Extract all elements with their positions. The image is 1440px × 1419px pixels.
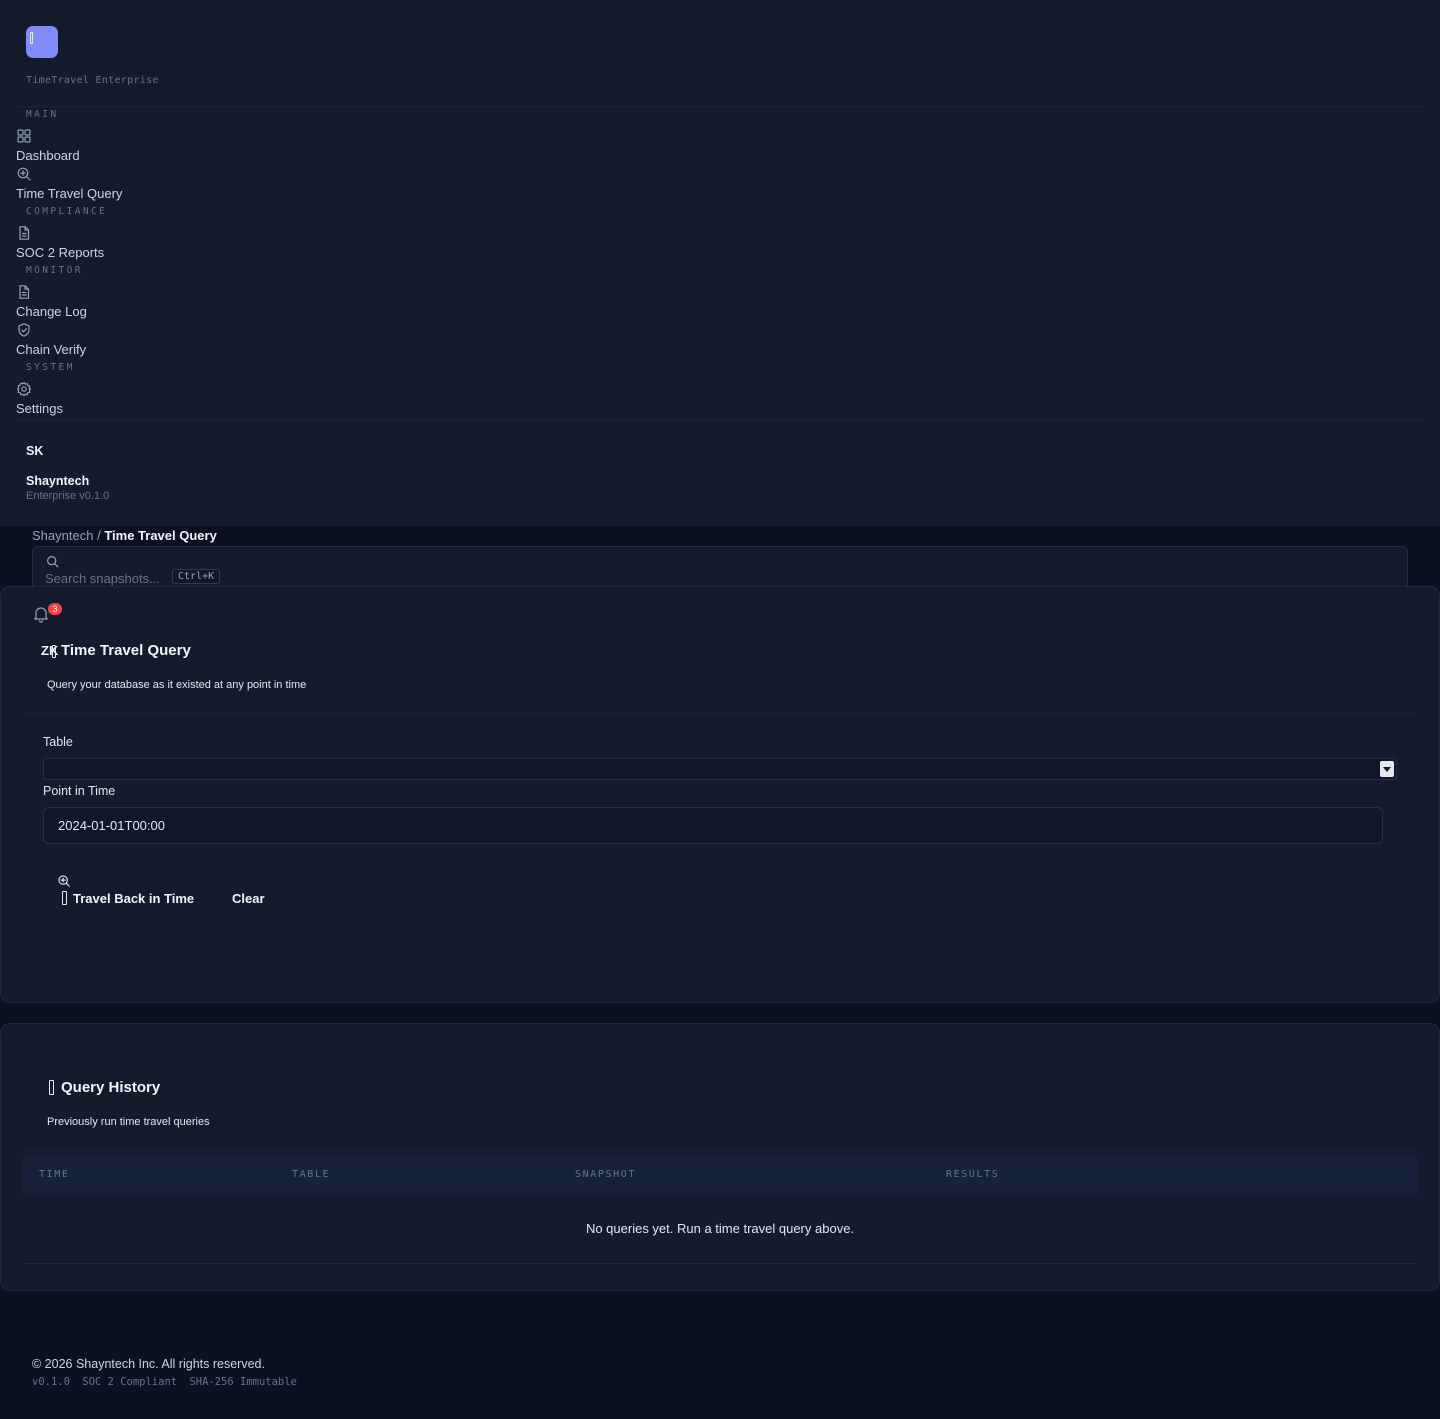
column-time[interactable]: TIME [39,1169,69,1180]
footer-hash: SHA-256 Immutable [189,1376,297,1388]
section-monitor: MONITOR [26,265,83,276]
user-name: Shayntech [26,474,90,488]
point-in-time-input[interactable] [43,807,1383,844]
bell-icon[interactable] [33,605,49,623]
search-placeholder: Search snapshots... [45,571,160,586]
breadcrumb-root[interactable]: Shayntech [32,528,93,543]
shield-check-icon [18,323,30,337]
query-card: 3 ZK Time Travel Query Query your databa… [0,586,1440,1003]
app-logo[interactable] [26,26,58,58]
travel-back-button[interactable]: Travel Back in Time [57,874,207,912]
breadcrumb-current: Time Travel Query [104,528,217,543]
column-results[interactable]: RESULTS [946,1169,999,1180]
card-divider [23,1150,1417,1151]
sidebar-item-change-log[interactable]: Change Log [16,304,87,319]
history-card: Query History Previously run time travel… [0,1023,1440,1291]
notification-badge: 3 [48,603,62,615]
card-title: Time Travel Query [61,642,191,659]
column-table[interactable]: TABLE [292,1169,330,1180]
breadcrumb: Shayntech / Time Travel Query [32,528,217,543]
footer-compliance: SOC 2 Compliant [82,1376,178,1388]
footer-copyright: © 2026 Shayntech Inc. All rights reserve… [32,1357,265,1371]
history-icon [49,1080,54,1095]
section-main: MAIN [26,109,59,120]
sidebar-item-settings[interactable]: Settings [16,401,63,416]
search-shortcut: Ctrl+K [172,569,221,584]
sidebar-divider [16,106,1424,107]
sidebar-item-chain-verify[interactable]: Chain Verify [16,342,86,357]
sidebar-item-soc2-reports[interactable]: SOC 2 Reports [16,245,104,260]
card-subtitle: Query your database as it existed at any… [47,679,307,691]
log-icon [19,285,30,299]
document-icon [19,226,30,240]
zk-marker-icon [52,645,56,658]
table-row-divider [23,1263,1417,1264]
footer-version: v0.1.0 [32,1376,70,1388]
grid-icon [17,129,31,143]
table-header: TIME TABLE SNAPSHOT RESULTS [23,1155,1417,1195]
empty-state: No queries yet. Run a time travel query … [585,1221,855,1236]
user-plan: Enterprise v0.1.0 [26,490,110,502]
zoom-in-icon [17,167,31,181]
avatar[interactable]: SK [26,444,43,458]
clear-button[interactable]: Clear [232,891,265,906]
sidebar-item-dashboard[interactable]: Dashboard [16,148,80,163]
brand-subtitle: TimeTravel Enterprise [26,75,159,86]
footer-meta: v0.1.0 SOC 2 Compliant SHA-256 Immutable [32,1376,303,1388]
point-in-time-label: Point in Time [43,784,116,798]
section-compliance: COMPLIANCE [26,206,108,217]
search-icon [47,556,59,568]
history-title: Query History [61,1079,161,1096]
table-select[interactable] [43,758,1397,780]
column-snapshot[interactable]: SNAPSHOT [575,1169,636,1180]
table-label: Table [43,735,73,749]
sidebar-divider [16,419,1424,420]
card-divider [23,713,1417,714]
breadcrumb-separator: / [97,528,101,543]
sidebar-item-time-travel-query[interactable]: Time Travel Query [16,186,122,201]
travel-back-label: Travel Back in Time [73,891,195,906]
chevron-down-icon[interactable] [1380,761,1394,777]
marker-icon [62,891,67,905]
search-input[interactable]: Search snapshots... Ctrl+K [32,546,1408,586]
zoom-in-icon [58,875,70,887]
sidebar: TimeTravel Enterprise MAIN Dashboard Tim… [0,0,1440,526]
logo-mark-icon [30,32,33,44]
history-subtitle: Previously run time travel queries [47,1116,210,1128]
section-system: SYSTEM [26,362,75,373]
gear-icon [16,381,32,397]
